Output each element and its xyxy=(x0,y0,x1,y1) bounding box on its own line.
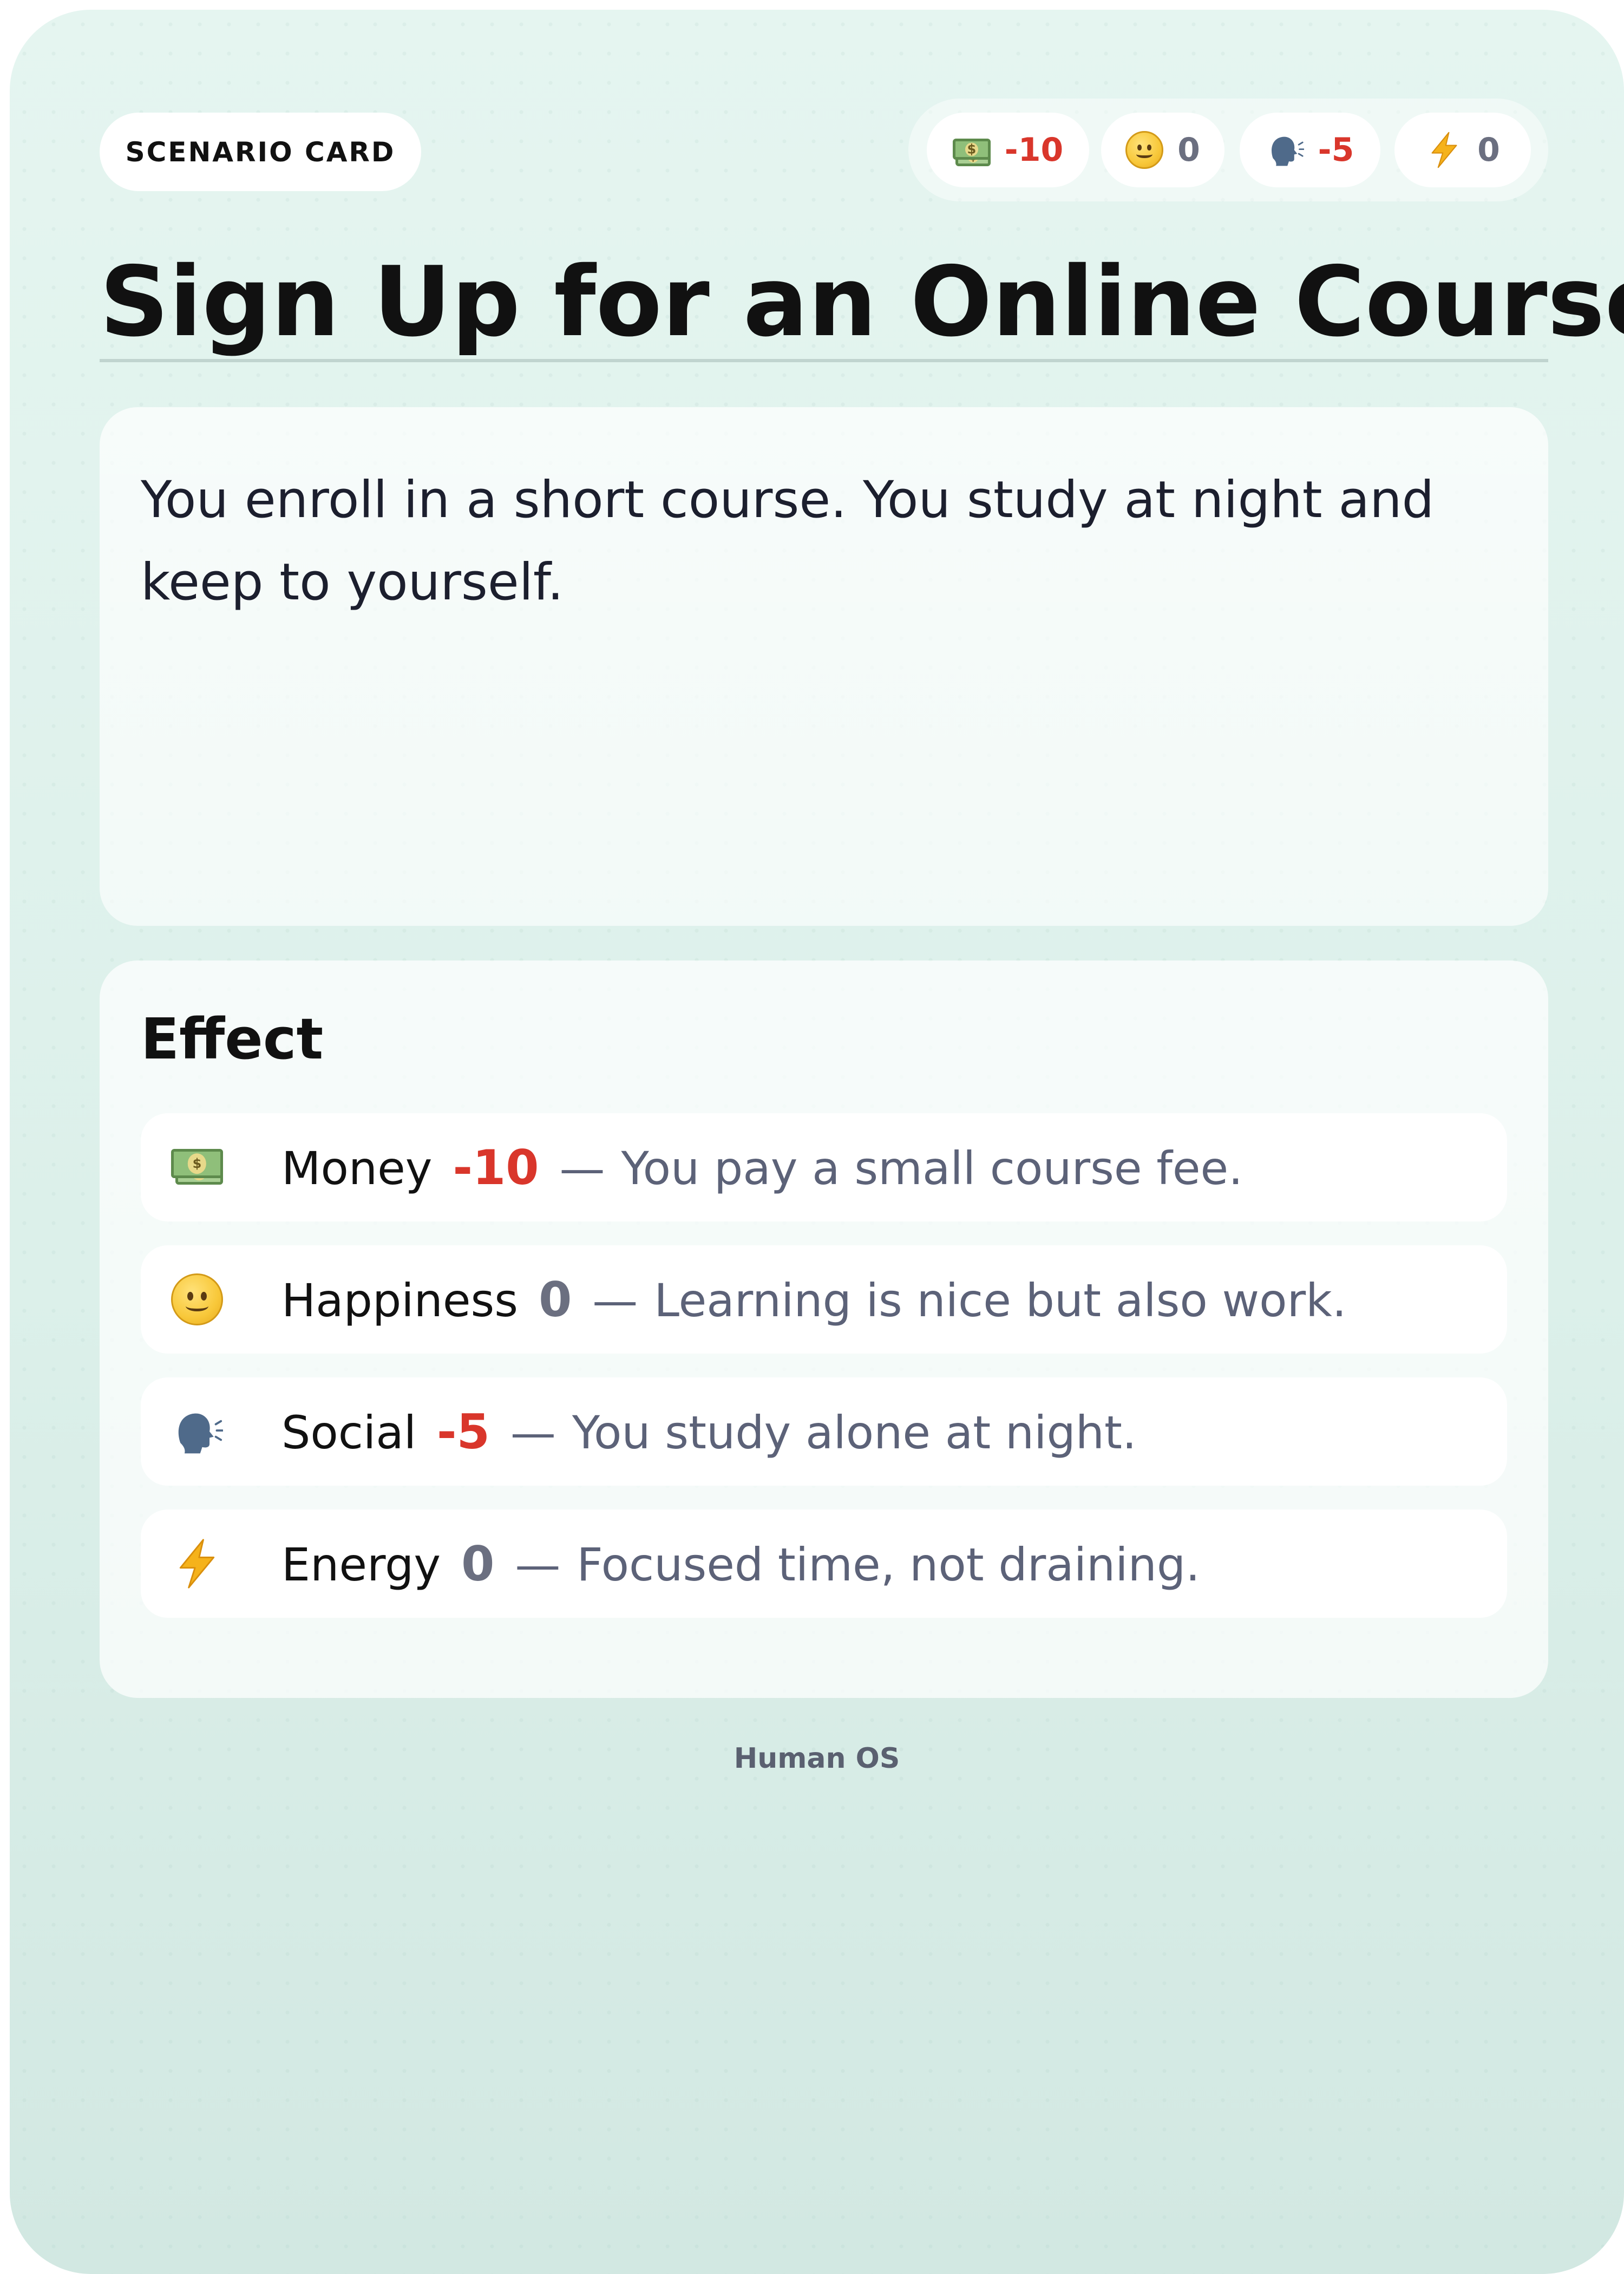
footer-brand: Human OS xyxy=(734,1742,900,1775)
effect-description: Learning is nice but also work. xyxy=(654,1273,1347,1327)
money-icon xyxy=(952,131,991,169)
stat-money: -10 xyxy=(927,113,1089,187)
effect-value: 0 xyxy=(539,1271,572,1328)
effect-description: Focused time, not draining. xyxy=(577,1538,1200,1591)
effect-label: Happiness xyxy=(281,1273,519,1327)
smiley-icon xyxy=(1125,131,1164,169)
stat-social: -5 xyxy=(1240,113,1380,187)
stats-bar: -10 0 -5 0 xyxy=(908,99,1548,201)
effect-row-energy: Energy 0 — Focused time, not draining. xyxy=(141,1510,1507,1618)
effect-value: 0 xyxy=(461,1535,495,1592)
stat-happiness: 0 xyxy=(1101,113,1224,187)
effect-value: -5 xyxy=(437,1403,490,1460)
effect-row-happiness: Happiness 0 — Learning is nice but also … xyxy=(141,1245,1507,1354)
effect-row-money: Money -10 — You pay a small course fee. xyxy=(141,1113,1507,1221)
stat-energy-value: 0 xyxy=(1477,131,1500,169)
effect-dash: — xyxy=(559,1141,605,1195)
effect-value: -10 xyxy=(453,1139,539,1195)
effect-description: You pay a small course fee. xyxy=(621,1141,1243,1195)
card-title: Sign Up for an Online Course xyxy=(100,246,1624,358)
effect-label: Social xyxy=(281,1406,417,1459)
lightning-icon xyxy=(171,1538,223,1590)
effect-dash: — xyxy=(515,1538,561,1591)
effect-dash: — xyxy=(592,1273,638,1327)
stat-happiness-value: 0 xyxy=(1177,131,1200,169)
effect-panel: Effect Money -10 — You pay a small cours… xyxy=(100,960,1548,1698)
title-divider xyxy=(100,359,1548,362)
effect-heading: Effect xyxy=(141,1006,324,1072)
effect-row-social: Social -5 — You study alone at night. xyxy=(141,1377,1507,1486)
stat-social-value: -5 xyxy=(1318,131,1354,169)
scenario-card: SCENARIO CARD -10 0 -5 xyxy=(10,10,1624,2274)
money-icon xyxy=(171,1141,223,1193)
scenario-card-tag: SCENARIO CARD xyxy=(100,113,421,191)
speaking-head-icon xyxy=(1266,131,1305,169)
effect-label: Energy xyxy=(281,1538,441,1591)
effect-description: You study alone at night. xyxy=(572,1406,1137,1459)
description-panel: You enroll in a short course. You study … xyxy=(100,407,1548,926)
effect-dash: — xyxy=(510,1406,556,1459)
stat-money-value: -10 xyxy=(1004,131,1064,169)
effect-label: Money xyxy=(281,1141,433,1195)
smiley-icon xyxy=(171,1273,223,1325)
speaking-head-icon xyxy=(171,1406,224,1458)
description-text: You enroll in a short course. You study … xyxy=(141,471,1435,612)
stat-energy: 0 xyxy=(1394,113,1531,187)
lightning-icon xyxy=(1425,131,1463,169)
